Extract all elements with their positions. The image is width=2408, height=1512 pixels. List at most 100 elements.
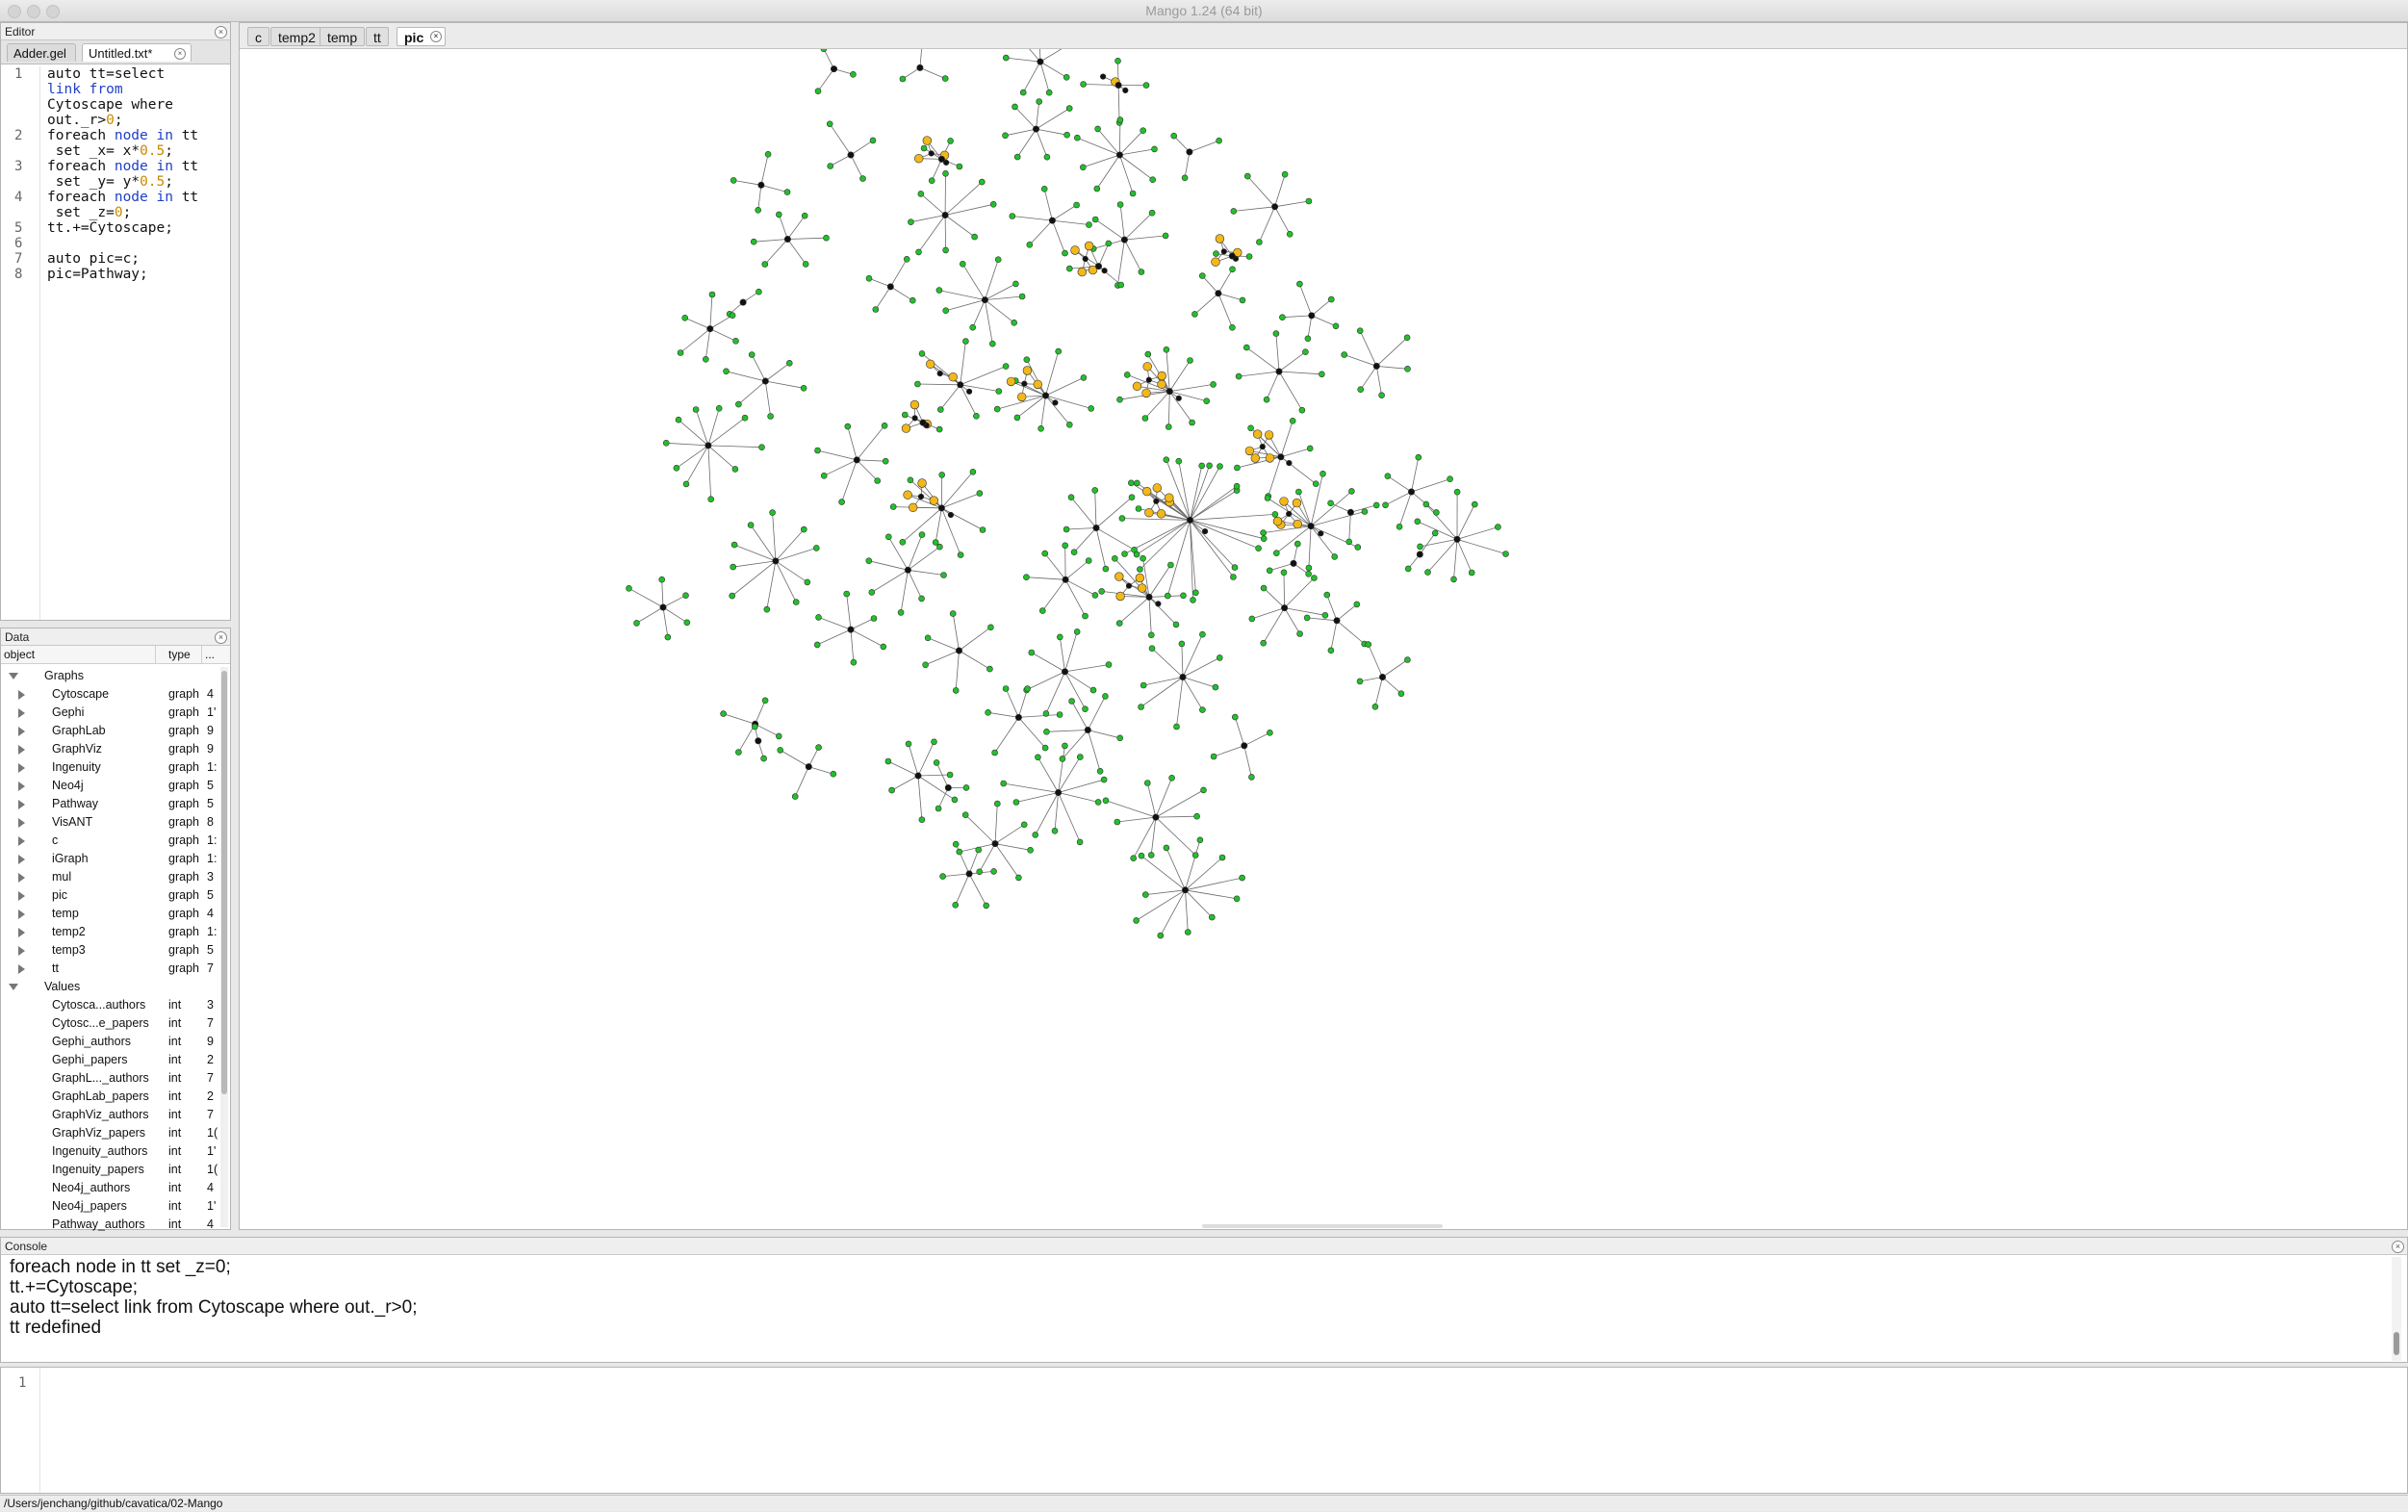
graph-node-highlight[interactable] <box>1007 377 1015 386</box>
graph-node-hub[interactable] <box>1156 602 1162 607</box>
graph-node-leaf[interactable] <box>1333 323 1339 329</box>
graph-node-leaf[interactable] <box>906 741 911 747</box>
graph-node-leaf[interactable] <box>1214 251 1219 257</box>
graph-node-leaf[interactable] <box>940 874 946 880</box>
graph-node-leaf[interactable] <box>730 313 735 319</box>
graph-node-leaf[interactable] <box>816 745 822 751</box>
graph-node-hub[interactable] <box>1049 218 1055 223</box>
graph-node-leaf[interactable] <box>1015 875 1021 881</box>
graph-node-leaf[interactable] <box>900 539 906 545</box>
graph-node-hub[interactable] <box>920 420 926 425</box>
graph-node-leaf[interactable] <box>1173 622 1179 628</box>
graph-node-leaf[interactable] <box>1234 483 1240 489</box>
graph-node-leaf[interactable] <box>948 138 954 143</box>
expand-triangle-icon[interactable] <box>18 763 25 773</box>
tree-item[interactable]: Gephigraph1' <box>1 704 218 722</box>
graph-node-hub[interactable] <box>982 296 987 302</box>
graph-node-leaf[interactable] <box>733 338 739 344</box>
graph-node-leaf[interactable] <box>902 412 908 418</box>
graph-node-leaf[interactable] <box>1495 525 1500 530</box>
graph-node-leaf[interactable] <box>1063 543 1068 549</box>
graph-node-hub[interactable] <box>1100 74 1106 80</box>
graph-node-leaf[interactable] <box>1234 465 1240 471</box>
graph-node-leaf[interactable] <box>1236 373 1242 379</box>
graph-node-leaf[interactable] <box>1199 707 1205 713</box>
graph-node-hub[interactable] <box>1309 313 1315 319</box>
graph-node-leaf[interactable] <box>1211 754 1217 759</box>
graph-node-leaf[interactable] <box>1194 813 1200 819</box>
graph-node-leaf[interactable] <box>676 417 681 423</box>
tree-item[interactable]: temp3graph5 <box>1 941 218 960</box>
graph-node-highlight[interactable] <box>914 154 923 163</box>
graph-node-leaf[interactable] <box>1179 641 1185 647</box>
graph-node-hub[interactable] <box>1146 594 1152 600</box>
graph-node-leaf[interactable] <box>1063 74 1069 80</box>
graph-node-leaf[interactable] <box>1451 577 1457 582</box>
graph-node-leaf[interactable] <box>1234 896 1240 902</box>
graph-node-hub[interactable] <box>848 627 854 632</box>
graph-node-highlight[interactable] <box>1078 268 1087 276</box>
graph-node-leaf[interactable] <box>1106 662 1112 668</box>
graph-node-leaf[interactable] <box>1139 705 1144 710</box>
graph-node-leaf[interactable] <box>1355 545 1361 551</box>
graph-node-hub[interactable] <box>887 284 893 290</box>
graph-node-leaf[interactable] <box>1071 550 1077 555</box>
graph-node-leaf[interactable] <box>1027 242 1033 247</box>
graph-node-leaf[interactable] <box>900 76 906 82</box>
graph-node-leaf[interactable] <box>1366 642 1371 648</box>
graph-node-hub[interactable] <box>1202 528 1208 534</box>
graph-node-hub[interactable] <box>756 738 761 744</box>
graph-node-leaf[interactable] <box>1074 202 1080 208</box>
graph-node-leaf[interactable] <box>768 414 774 420</box>
graph-node-leaf[interactable] <box>1267 568 1272 574</box>
graph-node-leaf[interactable] <box>871 616 877 622</box>
graph-node-highlight[interactable] <box>1017 393 1026 401</box>
graph-node-leaf[interactable] <box>801 385 807 391</box>
graph-node-hub[interactable] <box>937 371 943 376</box>
graph-node-leaf[interactable] <box>976 847 982 853</box>
graph-node-leaf[interactable] <box>1246 254 1252 260</box>
graph-node-leaf[interactable] <box>979 179 985 185</box>
graph-node-hub[interactable] <box>1015 714 1021 720</box>
graph-node-leaf[interactable] <box>709 292 715 297</box>
graph-node-hub[interactable] <box>1454 536 1460 542</box>
graph-node-leaf[interactable] <box>934 759 939 765</box>
graph-node-leaf[interactable] <box>821 473 827 478</box>
graph-node-leaf[interactable] <box>659 577 665 582</box>
graph-node-leaf[interactable] <box>776 212 781 218</box>
graph-node-hub[interactable] <box>1154 499 1160 504</box>
graph-node-leaf[interactable] <box>925 635 931 641</box>
graph-node-leaf[interactable] <box>1066 106 1072 112</box>
graph-node-hub[interactable] <box>1417 551 1422 557</box>
graph-node-leaf[interactable] <box>1192 853 1198 859</box>
graph-node-leaf[interactable] <box>693 407 699 413</box>
tree-item[interactable]: Gephi_authorsint9 <box>1 1033 218 1051</box>
graph-node-leaf[interactable] <box>1143 83 1149 89</box>
graph-node-leaf[interactable] <box>1003 686 1009 692</box>
graph-node-leaf[interactable] <box>683 593 689 599</box>
graph-node-leaf[interactable] <box>935 806 941 811</box>
graph-node-highlight[interactable] <box>1034 380 1042 389</box>
graph-node-leaf[interactable] <box>1306 198 1312 204</box>
tree-item[interactable]: Ingenuitygraph1: <box>1 758 218 777</box>
graph-node-leaf[interactable] <box>1472 501 1477 507</box>
graph-node-leaf[interactable] <box>1425 570 1431 576</box>
graph-node-leaf[interactable] <box>1342 352 1347 358</box>
graph-node-leaf[interactable] <box>735 401 741 407</box>
graph-node-leaf[interactable] <box>984 903 989 909</box>
close-console-panel-icon[interactable]: × <box>2392 1241 2404 1253</box>
graph-node-leaf[interactable] <box>839 500 845 505</box>
graph-node-leaf[interactable] <box>1305 336 1311 342</box>
graph-node-leaf[interactable] <box>665 634 671 640</box>
graph-node-hub[interactable] <box>917 64 923 70</box>
graph-node-hub[interactable] <box>1115 82 1121 88</box>
graph-node-leaf[interactable] <box>756 207 761 213</box>
tree-item[interactable]: Neo4jgraph5 <box>1 777 218 795</box>
expand-triangle-icon[interactable] <box>18 891 25 901</box>
graph-node-leaf[interactable] <box>682 315 688 320</box>
graph-node-leaf[interactable] <box>827 121 833 127</box>
graph-node-hub[interactable] <box>1083 256 1089 262</box>
graph-node-leaf[interactable] <box>678 350 683 356</box>
expand-triangle-icon[interactable] <box>18 946 25 956</box>
graph-node-leaf[interactable] <box>1025 686 1031 692</box>
